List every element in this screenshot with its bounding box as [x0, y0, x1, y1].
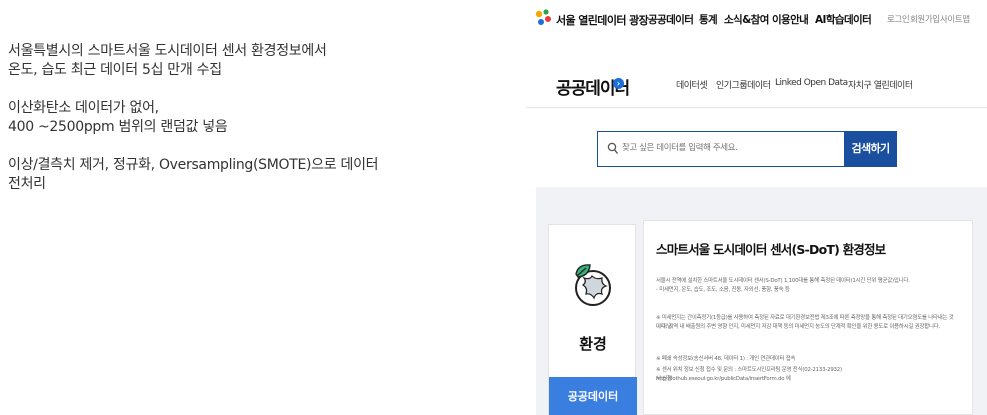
nav-news[interactable]: 소식&참여 — [724, 12, 769, 27]
category-card[interactable]: 환경 공공데이터 — [548, 224, 637, 415]
search-button[interactable]: 검색하기 — [844, 131, 897, 167]
dataset-title[interactable]: 스마트서울 도시데이터 센서(S-DoT) 환경정보 — [656, 239, 886, 258]
dataset-notice: ※ 폐쇄 속성정보(송신서버 48, 데이터 1) : 개인 연관데이터 접속 — [656, 356, 796, 362]
dataset-notice: 서 신청 — [656, 376, 672, 382]
search-icon — [607, 142, 619, 154]
category-label: 환경 — [579, 335, 607, 353]
dataset-description: - 미세먼지, 온도, 습도, 조도, 소음, 진동, 자외선, 풍향, 풍속 … — [656, 287, 790, 293]
dataset-description: 서울시 전역에 설치한 스마트서울 도시데이터 센서(S-DoT) 1,100대… — [656, 278, 910, 284]
search-bar: 검색하기 — [597, 131, 897, 167]
note-line: 서울특별시의 스마트서울 도시데이터 센서 환경정보에서 — [8, 43, 327, 59]
note-line: 이상/결측치 제거, 정규화, Oversampling(SMOTE)으로 데이… — [8, 157, 379, 173]
globe-leaf-icon — [575, 264, 611, 306]
note-line: 전처리 — [8, 176, 46, 192]
top-navigation: 서울 열린데이터 광장 공공데이터 통계 소식&참여 이용안내 AI학습데이터 … — [526, 0, 987, 38]
tab-district-data[interactable]: 자치구 열린데이터 — [848, 78, 913, 91]
tab-dataset[interactable]: 데이터셋 — [676, 78, 708, 91]
nav-guide[interactable]: 이용안내 — [772, 12, 809, 27]
category-badge[interactable]: 공공데이터 — [549, 377, 637, 415]
note-line: 온도, 습도 최근 데이터 5십 만개 수집 — [8, 62, 222, 78]
website-screenshot: 서울 열린데이터 광장 공공데이터 통계 소식&참여 이용안내 AI학습데이터 … — [526, 0, 987, 415]
section-header: 공공데이터 › 데이터셋 인기그룹데이터 Linked Open Data 자치… — [526, 38, 987, 108]
nav-public-data[interactable]: 공공데이터 — [648, 12, 694, 27]
signup-link[interactable]: 회원가입 — [910, 13, 940, 25]
nav-ai-data[interactable]: AI학습데이터 — [815, 12, 872, 27]
search-box[interactable] — [597, 131, 844, 167]
dataset-notice: 니다. 지역 내 배출원의 주변 영향 인지, 미세먼지 저감 대책 등의 미세… — [656, 324, 941, 330]
note-line: 400 ~2500ppm 범위의 랜덤값 넣음 — [8, 119, 228, 135]
notes-panel: 서울특별시의 스마트서울 도시데이터 센서 환경정보에서 온도, 습도 최근 데… — [8, 42, 478, 194]
login-link[interactable]: 로그인 — [887, 13, 910, 25]
tab-popular-group[interactable]: 인기그룹데이터 — [716, 78, 771, 91]
seoul-logo-icon — [535, 9, 551, 25]
nav-statistics[interactable]: 통계 — [699, 12, 718, 27]
note-line: 이산화탄소 데이터가 없어, — [8, 100, 159, 116]
chevron-right-icon[interactable]: › — [613, 78, 624, 89]
content-area: 환경 공공데이터 스마트서울 도시데이터 센서(S-DoT) 환경정보 서울시 … — [536, 187, 987, 415]
search-input[interactable] — [622, 143, 837, 153]
sitemap-link[interactable]: 사이트맵 — [940, 13, 970, 25]
dataset-card: 스마트서울 도시데이터 센서(S-DoT) 환경정보 서울시 전역에 설치한 스… — [643, 220, 973, 415]
tab-linked-open-data[interactable]: Linked Open Data — [775, 78, 848, 88]
site-brand[interactable]: 서울 열린데이터 광장 — [556, 12, 649, 28]
